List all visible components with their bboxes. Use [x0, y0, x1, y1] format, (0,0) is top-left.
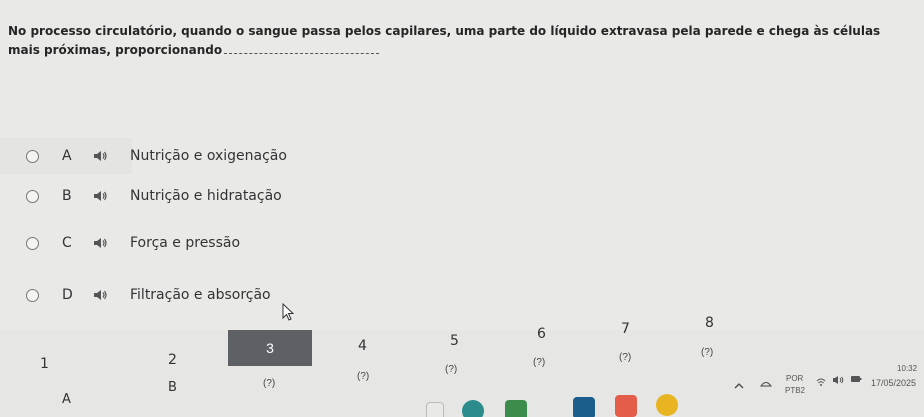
option-c-radio[interactable]	[26, 236, 39, 250]
speaker-icon[interactable]	[93, 237, 107, 249]
question-number-1[interactable]: 1	[40, 356, 49, 372]
keyboard-layout[interactable]: PTB2	[785, 386, 805, 395]
answer-label-a: A	[62, 392, 71, 407]
option-a[interactable]: A Nutrição e oxigenação	[0, 138, 420, 174]
instagram-icon[interactable]	[615, 395, 637, 417]
clock-time[interactable]: 10:32	[897, 364, 917, 373]
status-label: (?)	[533, 357, 546, 368]
question-number-6[interactable]: 6	[537, 326, 546, 342]
option-a-radio[interactable]	[26, 149, 39, 163]
option-c-text[interactable]: Força e pressão	[130, 235, 240, 251]
question-number-5[interactable]: 5	[450, 333, 459, 349]
speaker-icon[interactable]	[93, 190, 107, 202]
option-d[interactable]: D Filtração e absorção	[0, 277, 420, 313]
option-b[interactable]: B Nutrição e hidratação	[0, 178, 420, 214]
chevron-up-icon[interactable]	[734, 382, 744, 390]
wifi-icon[interactable]	[816, 377, 826, 387]
chrome-icon[interactable]	[656, 394, 678, 416]
volume-icon[interactable]	[832, 375, 844, 385]
question-text: No processo circulatório, quando o sangu…	[8, 22, 913, 60]
option-b-radio[interactable]	[26, 189, 39, 203]
language-indicator[interactable]: POR	[786, 374, 803, 383]
option-b-text[interactable]: Nutrição e hidratação	[130, 188, 282, 204]
option-d-letter: D	[62, 287, 73, 303]
option-a-text[interactable]: Nutrição e oxigenação	[130, 148, 287, 164]
status-label: (?)	[445, 364, 458, 375]
status-label: (?)	[357, 371, 370, 382]
edge-icon[interactable]	[462, 400, 484, 417]
question-number-4[interactable]: 4	[358, 338, 367, 354]
question-number-8[interactable]: 8	[705, 315, 714, 331]
question-number-2[interactable]: 2	[168, 352, 177, 368]
option-c[interactable]: C Força e pressão	[0, 225, 420, 261]
speaker-icon[interactable]	[93, 150, 107, 162]
question-statement: No processo circulatório, quando o sangu…	[8, 24, 881, 57]
option-d-radio[interactable]	[26, 288, 39, 302]
question-number-3[interactable]: 3	[228, 330, 312, 366]
status-label: (?)	[619, 352, 632, 363]
status-label: (?)	[701, 347, 714, 358]
mouse-cursor-icon	[282, 303, 295, 321]
file-explorer-icon[interactable]	[426, 402, 444, 417]
app-icon[interactable]	[573, 397, 595, 417]
status-label: (?)	[263, 378, 276, 389]
store-icon[interactable]	[505, 400, 527, 417]
battery-icon[interactable]	[850, 374, 862, 384]
speaker-icon[interactable]	[93, 289, 107, 301]
option-d-text[interactable]: Filtração e absorção	[130, 287, 271, 303]
answer-label-b: B	[168, 380, 177, 395]
clock-date[interactable]: 17/05/2025	[871, 378, 916, 388]
option-c-letter: C	[62, 235, 72, 251]
option-a-letter: A	[62, 148, 72, 164]
answer-blank	[224, 43, 380, 54]
network-icon[interactable]	[760, 378, 772, 388]
option-b-letter: B	[62, 188, 72, 204]
question-number-7[interactable]: 7	[621, 321, 630, 337]
